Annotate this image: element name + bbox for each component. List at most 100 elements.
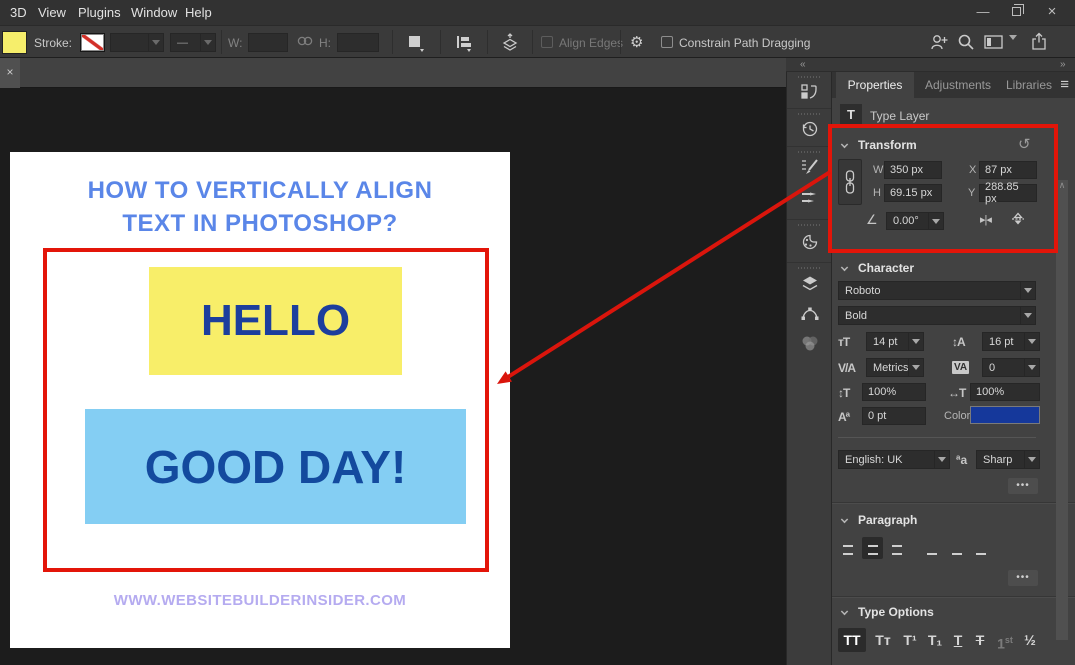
divider	[532, 30, 533, 54]
superscript-button[interactable]: T¹	[898, 628, 922, 652]
channels-panel-icon[interactable]	[800, 333, 820, 353]
shape-width-input[interactable]	[248, 33, 288, 52]
share-icon[interactable]	[1030, 32, 1048, 56]
justify-last-left-button[interactable]	[924, 537, 945, 559]
grip	[798, 224, 820, 226]
chevron-down-icon[interactable]	[1009, 40, 1017, 58]
kerning-select[interactable]: Metrics	[866, 358, 924, 377]
menu-3d[interactable]: 3D	[10, 0, 27, 25]
font-family-select[interactable]: Roboto	[838, 281, 1036, 300]
tab-libraries[interactable]: Libraries	[1000, 72, 1058, 98]
workspace-icon[interactable]	[984, 35, 1004, 55]
grip	[798, 113, 820, 115]
history-panel-icon[interactable]	[800, 119, 820, 139]
dock-header: « »	[786, 58, 1075, 72]
divider	[838, 437, 1036, 438]
expand-panel-icon[interactable]: »	[1060, 59, 1066, 70]
strikethrough-button[interactable]: T	[970, 628, 990, 652]
font-style-select[interactable]: Bold	[838, 306, 1036, 325]
shape-width-label: W:	[228, 36, 242, 50]
document-tab-bar: ×	[0, 58, 786, 88]
justify-last-center-button[interactable]	[946, 537, 967, 559]
stroke-type-select[interactable]: —	[170, 33, 216, 52]
menu-window[interactable]: Window	[131, 0, 177, 25]
align-center-button[interactable]	[862, 537, 883, 559]
subscript-button[interactable]: T₁	[924, 628, 946, 652]
leading-select[interactable]: 16 pt	[982, 332, 1040, 351]
fractions-button[interactable]: ½	[1020, 628, 1040, 652]
shape-height-input[interactable]	[337, 33, 379, 52]
divider	[787, 219, 831, 220]
stroke-width-select[interactable]	[110, 33, 164, 52]
tracking-icon: VA	[952, 361, 969, 374]
paths-panel-icon[interactable]	[800, 304, 820, 324]
close-button-icon[interactable]: ×	[1036, 0, 1068, 23]
font-size-icon: ᴛT	[838, 335, 849, 349]
tab-properties[interactable]: Properties	[836, 72, 914, 98]
character-more-options-button[interactable]: •••	[1008, 478, 1038, 494]
font-family-value: Roboto	[845, 285, 1020, 297]
layers-panel-icon[interactable]	[800, 274, 820, 294]
leading-value: 16 pt	[989, 336, 1024, 348]
tracking-select[interactable]: 0	[982, 358, 1040, 377]
document-tab-close-icon[interactable]: ×	[0, 58, 20, 88]
collapse-character-icon[interactable]	[841, 264, 848, 271]
all-caps-button[interactable]: TT	[838, 628, 866, 652]
divider	[787, 108, 831, 109]
menu-view[interactable]: View	[38, 0, 66, 25]
small-caps-button[interactable]: Tᴛ	[870, 628, 896, 652]
align-right-icon	[887, 541, 902, 555]
align-center-icon	[865, 541, 880, 555]
font-size-select[interactable]: 14 pt	[866, 332, 924, 351]
font-size-value: 14 pt	[873, 336, 908, 348]
brush-settings-panel-icon[interactable]	[800, 157, 820, 177]
vertical-scale-input[interactable]: 100%	[862, 383, 926, 401]
align-left-button[interactable]	[840, 537, 861, 559]
justify-all-button[interactable]	[1006, 537, 1027, 559]
path-arrangement-button[interactable]	[494, 31, 526, 54]
search-icon[interactable]	[957, 33, 975, 56]
menu-help[interactable]: Help	[185, 0, 212, 25]
tab-adjustments[interactable]: Adjustments	[916, 72, 1000, 98]
justify-last-right-button[interactable]	[968, 537, 989, 559]
anti-alias-select[interactable]: Sharp	[976, 450, 1040, 469]
baseline-shift-input[interactable]: 0 pt	[862, 407, 926, 425]
paragraph-more-options-button[interactable]: •••	[1008, 570, 1038, 586]
chevron-down-icon	[908, 333, 923, 350]
ordinals-button[interactable]: 1st	[992, 628, 1018, 652]
collapse-paragraph-icon[interactable]	[841, 516, 848, 523]
restore-icon	[1012, 7, 1021, 16]
tracking-value: 0	[989, 362, 1024, 374]
menu-plugins[interactable]: Plugins	[78, 0, 121, 25]
swatches-panel-icon[interactable]	[800, 232, 820, 252]
text-color-label: Color	[944, 410, 970, 422]
path-arrangement-icon	[500, 33, 520, 53]
collapse-type-options-icon[interactable]	[841, 608, 848, 615]
chevron-down-icon	[200, 34, 215, 51]
brushes-panel-icon[interactable]	[800, 188, 820, 208]
gear-icon[interactable]: ⚙	[630, 33, 643, 51]
section-divider	[832, 502, 1075, 504]
path-alignment-button[interactable]	[449, 31, 479, 54]
horizontal-scale-input[interactable]: 100%	[970, 383, 1040, 401]
link-dimensions-icon[interactable]	[296, 34, 314, 53]
constrain-path-dragging-checkbox[interactable]	[661, 36, 673, 48]
clone-source-panel-icon[interactable]	[800, 82, 820, 102]
chevron-down-icon	[1020, 307, 1035, 324]
language-select[interactable]: English: UK	[838, 450, 950, 469]
align-right-button[interactable]	[884, 537, 905, 559]
collapse-dock-icon[interactable]: «	[800, 59, 806, 70]
restore-button-icon[interactable]	[1000, 0, 1032, 23]
fill-color-swatch[interactable]	[2, 31, 27, 54]
stroke-color-swatch[interactable]	[80, 33, 105, 52]
align-edges-checkbox[interactable]	[541, 36, 553, 48]
underline-button[interactable]: T	[948, 628, 968, 652]
invite-user-icon[interactable]	[930, 33, 950, 56]
chevron-down-icon	[1020, 282, 1035, 299]
type-options-section-title: Type Options	[858, 605, 934, 619]
minimize-button-icon[interactable]: —	[967, 0, 999, 23]
shape-height-label: H:	[319, 36, 331, 50]
text-color-swatch[interactable]	[970, 406, 1040, 424]
path-operations-button[interactable]	[401, 31, 431, 54]
panel-menu-icon[interactable]: ≡	[1060, 76, 1069, 93]
